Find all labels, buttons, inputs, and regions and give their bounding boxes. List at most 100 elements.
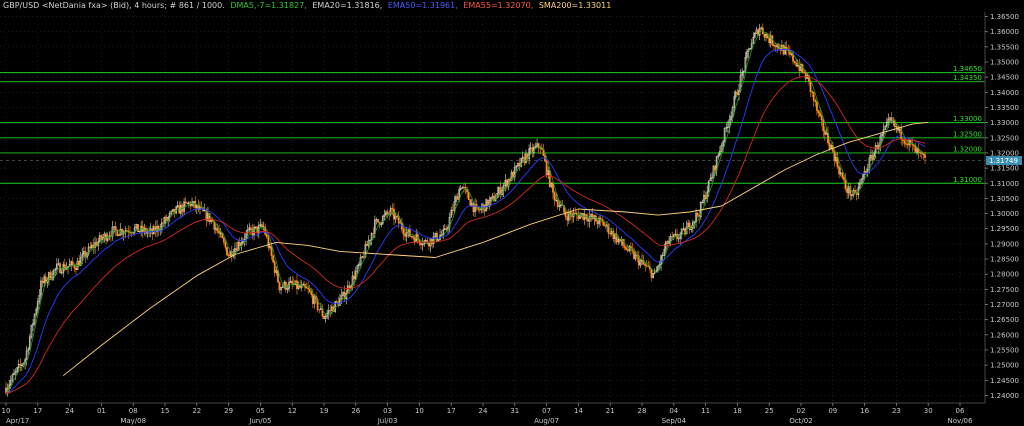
candle-body bbox=[814, 100, 817, 103]
candle-body bbox=[431, 238, 434, 244]
candle-body bbox=[19, 363, 22, 366]
candle-body bbox=[843, 177, 845, 180]
candle-body bbox=[768, 37, 771, 44]
time-tick-label: 26 bbox=[351, 407, 360, 415]
candle-body bbox=[121, 229, 123, 235]
candle-body bbox=[540, 148, 543, 150]
candle-body bbox=[793, 60, 796, 63]
level-label: 1.31000 bbox=[953, 176, 982, 184]
price-tick-label: 1.27500 bbox=[990, 286, 1019, 294]
candle-body bbox=[696, 212, 699, 216]
candle-body bbox=[478, 209, 481, 211]
price-tick-label: 1.30500 bbox=[990, 195, 1019, 203]
time-tick-label: 25 bbox=[765, 407, 774, 415]
time-tick-label: 04 bbox=[669, 407, 678, 415]
candle-body bbox=[812, 92, 815, 101]
candle-body bbox=[216, 227, 219, 232]
candle-body bbox=[467, 191, 470, 200]
candle-body bbox=[412, 236, 414, 238]
candle-body bbox=[844, 179, 847, 190]
time-tick-label: 09 bbox=[828, 407, 837, 415]
candle-body bbox=[599, 217, 602, 220]
candle-body bbox=[903, 140, 906, 144]
time-tick-label: 19 bbox=[320, 407, 329, 415]
candle-body bbox=[773, 44, 775, 47]
level-label: 1.32000 bbox=[953, 145, 982, 153]
candle-body bbox=[249, 227, 252, 231]
price-tick-label: 1.36000 bbox=[990, 28, 1019, 36]
time-tick-label: 23 bbox=[892, 407, 901, 415]
candle-body bbox=[165, 216, 168, 221]
candle-body bbox=[838, 166, 841, 175]
candle-body bbox=[644, 263, 647, 266]
candle-body bbox=[714, 165, 717, 171]
price-tick-label: 1.32000 bbox=[990, 149, 1019, 157]
candle-body bbox=[545, 160, 548, 175]
candle-body bbox=[823, 130, 826, 135]
candle-body bbox=[307, 288, 309, 290]
candle-body bbox=[552, 182, 554, 193]
month-label: Sep/04 bbox=[662, 417, 687, 425]
price-tick-label: 1.31000 bbox=[990, 180, 1019, 188]
candle-body bbox=[273, 261, 276, 273]
candle-body bbox=[272, 255, 275, 263]
candle-body bbox=[906, 144, 909, 146]
candle-body bbox=[671, 236, 674, 238]
candle-body bbox=[505, 180, 508, 187]
price-tick-label: 1.24500 bbox=[990, 377, 1019, 385]
candle-body bbox=[587, 218, 589, 222]
price-tick-label: 1.26000 bbox=[990, 331, 1019, 339]
time-tick-label: 01 bbox=[97, 407, 106, 415]
candle-body bbox=[184, 201, 187, 203]
candle-body bbox=[335, 301, 338, 303]
price-tick-label: 1.33000 bbox=[990, 119, 1019, 127]
candle-body bbox=[539, 147, 542, 149]
month-label: Aug/07 bbox=[534, 417, 559, 425]
price-tick-label: 1.24000 bbox=[990, 392, 1019, 400]
candle-body bbox=[413, 237, 416, 243]
candle-body bbox=[820, 115, 823, 121]
candle-body bbox=[596, 221, 599, 225]
candle-body bbox=[650, 268, 653, 278]
candle-body bbox=[472, 202, 475, 213]
price-tick-label: 1.28000 bbox=[990, 271, 1019, 279]
candle-body bbox=[647, 265, 650, 268]
candle-body bbox=[922, 153, 925, 155]
candle-body bbox=[819, 112, 821, 117]
candle-body bbox=[594, 215, 597, 222]
price-tick-label: 1.27000 bbox=[990, 301, 1019, 309]
candle-body bbox=[41, 280, 44, 284]
candle-body bbox=[428, 243, 430, 247]
time-tick-label: 29 bbox=[224, 407, 233, 415]
candle-body bbox=[666, 241, 669, 244]
time-tick-label: 31 bbox=[510, 407, 519, 415]
price-tick-label: 1.29500 bbox=[990, 225, 1019, 233]
candle-body bbox=[566, 216, 569, 221]
candle-body bbox=[623, 245, 626, 248]
time-tick-label: 03 bbox=[383, 407, 392, 415]
candle-body bbox=[372, 233, 375, 235]
candle-body bbox=[445, 228, 448, 230]
candle-body bbox=[816, 101, 818, 111]
candle-body bbox=[556, 199, 559, 207]
chart-background bbox=[0, 0, 1024, 426]
header-ema55: EMA55=1.32070, bbox=[463, 1, 533, 10]
month-label: Oct/02 bbox=[789, 417, 812, 425]
candle-body bbox=[224, 241, 227, 248]
candle-body bbox=[137, 224, 139, 233]
candle-body bbox=[238, 242, 241, 246]
time-tick-label: 12 bbox=[288, 407, 297, 415]
candle-body bbox=[509, 179, 511, 181]
price-tick-label: 1.26500 bbox=[990, 316, 1019, 324]
price-tick-label: 1.35000 bbox=[990, 59, 1019, 67]
header-dma: DMA5,-7=1.31827, bbox=[230, 1, 306, 10]
time-tick-label: 05 bbox=[256, 407, 265, 415]
candle-body bbox=[402, 228, 405, 235]
price-tick-label: 1.31500 bbox=[990, 165, 1019, 173]
candle-body bbox=[145, 227, 147, 234]
candle-body bbox=[129, 232, 131, 234]
candle-body bbox=[811, 91, 814, 93]
candle-body bbox=[905, 143, 907, 145]
price-chart[interactable]: 1.346501.34350 1.33000 1.32500 1.32000 1.310… bbox=[0, 0, 1024, 426]
time-tick-label: 18 bbox=[733, 407, 742, 415]
